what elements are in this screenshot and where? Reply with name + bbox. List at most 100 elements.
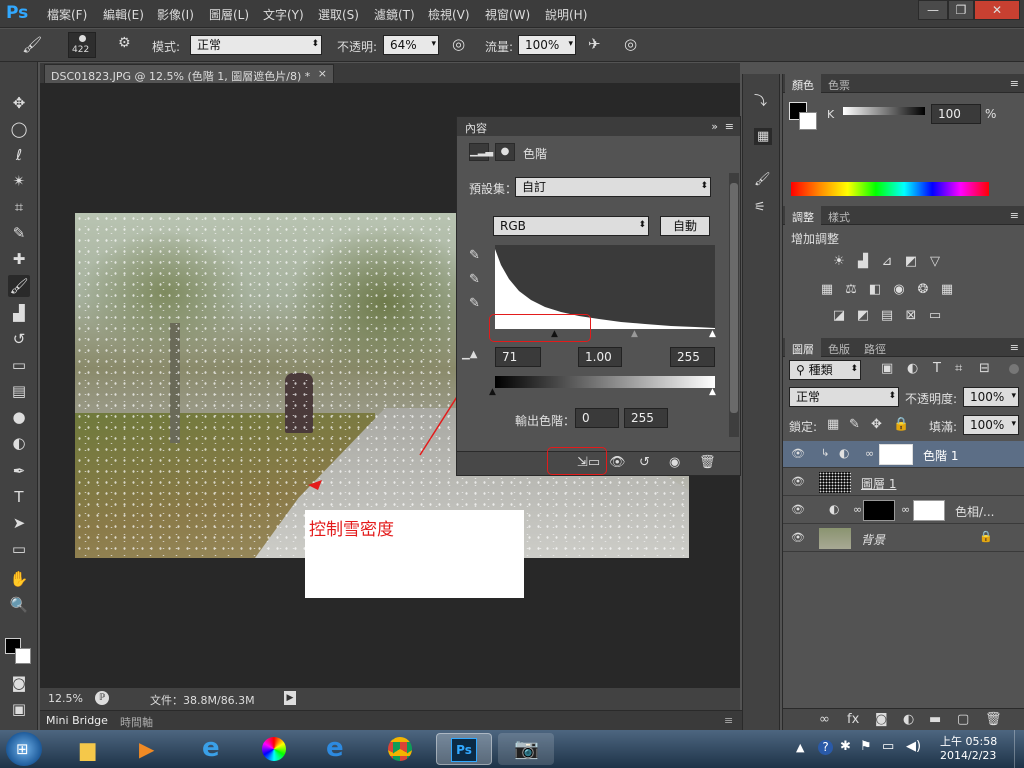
zoom-level[interactable]: 12.5% [48, 692, 83, 705]
magic-wand-tool-icon[interactable]: ✴ [8, 170, 30, 192]
layer-row-background[interactable]: 👁 背景 🔒 [783, 525, 1024, 552]
input-black-field[interactable]: 71 [495, 347, 541, 367]
tab-paths[interactable]: 路徑 [857, 338, 893, 357]
layer-thumbnail[interactable] [819, 528, 851, 549]
menu-file[interactable]: 檔案(F) [47, 6, 87, 23]
eye-icon[interactable]: 👁 [791, 531, 805, 544]
fill-input[interactable]: 100% ▾ [963, 415, 1019, 435]
panel-menu-icon[interactable]: ≡ [1010, 341, 1019, 354]
layer-name[interactable]: 色階 1 [923, 447, 958, 464]
eye-icon[interactable]: 👁 [791, 503, 805, 516]
layer-row-levels[interactable]: 👁 ↳ ◐ ∞ 色階 1 [783, 441, 1024, 468]
output-white-field[interactable]: 255 [624, 408, 668, 428]
network-tray-icon[interactable]: ▭ [882, 739, 894, 754]
color-lookup-icon[interactable]: ▦ [939, 282, 955, 298]
filter-pixel-icon[interactable]: ▣ [881, 361, 893, 376]
lock-all-icon[interactable]: 🔒 [893, 417, 909, 432]
media-taskbar-icon[interactable]: ▶ [126, 733, 170, 765]
layer-mask-thumbnail[interactable] [913, 500, 945, 521]
visibility-icon[interactable]: ◉ [669, 455, 680, 470]
scrollbar[interactable] [729, 173, 739, 437]
threshold-icon[interactable]: ▤ [879, 308, 895, 324]
panel-menu-icon[interactable]: ≡ [725, 120, 734, 133]
stamp-tool-icon[interactable]: ▟ [8, 302, 30, 324]
tab-channels[interactable]: 色版 [821, 338, 857, 357]
photo-filter-icon[interactable]: ◉ [891, 282, 907, 298]
vibrance-icon[interactable]: ▽ [927, 254, 943, 270]
output-black-slider[interactable]: ▲ [489, 387, 496, 397]
layer-opacity-input[interactable]: 100% ▾ [963, 387, 1019, 407]
mode-select[interactable]: 正常 ⬍ [190, 35, 322, 55]
restore-button[interactable]: ❐ [948, 0, 974, 20]
channel-mixer-icon[interactable]: ❂ [915, 282, 931, 298]
new-layer-icon[interactable]: ▢ [957, 712, 969, 727]
background-color-swatch[interactable] [15, 648, 31, 664]
photoshop-taskbar-icon[interactable]: Ps [436, 733, 492, 765]
color-balance-icon[interactable]: ⚖ [843, 282, 859, 298]
brightness-icon[interactable]: ☀ [831, 254, 847, 270]
menu-select[interactable]: 選取(S) [318, 6, 359, 23]
layer-mask-thumbnail[interactable] [879, 444, 913, 465]
menu-layer[interactable]: 圖層(L) [209, 6, 249, 23]
input-white-field[interactable]: 255 [670, 347, 715, 367]
add-mask-icon[interactable]: ◙ [875, 712, 888, 727]
lock-transparent-icon[interactable]: ▦ [827, 417, 839, 432]
black-white-icon[interactable]: ◧ [867, 282, 883, 298]
levels-adjust-icon[interactable]: ▟ [855, 254, 871, 270]
menu-image[interactable]: 影像(I) [157, 6, 194, 23]
new-group-icon[interactable]: ▬ [929, 712, 941, 727]
play-icon[interactable]: ▶ [284, 691, 296, 705]
marquee-tool-icon[interactable]: ◯ [8, 118, 30, 140]
eraser-tool-icon[interactable]: ▭ [8, 354, 30, 376]
channel-select[interactable]: RGB ⬍ [493, 216, 649, 236]
collapse-icon[interactable]: » [711, 120, 718, 133]
layer-name[interactable]: 色相/... [955, 503, 995, 520]
history-brush-tool-icon[interactable]: ↺ [8, 328, 30, 350]
invert-icon[interactable]: ◪ [831, 308, 847, 324]
panel-menu-icon[interactable]: ≡ [724, 714, 733, 727]
menu-help[interactable]: 說明(H) [545, 6, 587, 23]
explorer-taskbar-icon[interactable]: ▆ [68, 733, 112, 765]
layer-name[interactable]: 背景 [861, 531, 885, 548]
filter-adjustment-icon[interactable]: ◐ [907, 361, 918, 376]
brush-tool-icon[interactable]: 🖌 [8, 275, 30, 297]
brush-panel-icon[interactable]: ⚙ [118, 35, 131, 51]
filter-shape-icon[interactable]: ⌗ [955, 361, 962, 376]
eye-icon[interactable]: 👁 [791, 447, 805, 460]
mask-icon[interactable]: ● [495, 143, 515, 161]
eye-icon[interactable]: 👁 [791, 475, 805, 488]
show-desktop-button[interactable] [1014, 730, 1024, 768]
layer-row-layer1[interactable]: 👁 圖層 1 [783, 469, 1024, 496]
camera-taskbar-icon[interactable]: 📷 [498, 733, 554, 765]
filter-smart-icon[interactable]: ⊟ [979, 361, 990, 376]
type-tool-icon[interactable]: T [8, 486, 30, 508]
panel-menu-icon[interactable]: ≡ [1010, 77, 1019, 90]
close-icon[interactable]: × [318, 67, 327, 80]
layer-filter-select[interactable]: ⚲ 種類 ⬍ [789, 360, 861, 380]
tab-mini-bridge[interactable]: Mini Bridge [46, 714, 108, 727]
dodge-tool-icon[interactable]: ◐ [8, 432, 30, 454]
hue-saturation-icon[interactable]: ▦ [819, 282, 835, 298]
tab-timeline[interactable]: 時間軸 [120, 714, 153, 730]
opacity-input[interactable]: 64% ▾ [383, 35, 439, 55]
help-tray-icon[interactable]: ? [818, 740, 833, 755]
fx-icon[interactable]: fx [847, 712, 859, 727]
gradient-tool-icon[interactable]: ▤ [8, 380, 30, 402]
status-icon[interactable]: ℙ [95, 691, 109, 705]
menu-filter[interactable]: 濾鏡(T) [374, 6, 415, 23]
lock-position-icon[interactable]: ✥ [871, 417, 882, 432]
blend-mode-select[interactable]: 正常 ⬍ [789, 387, 899, 407]
panel-menu-icon[interactable]: ≡ [1010, 209, 1019, 222]
eyedropper-tool-icon[interactable]: ✎ [8, 222, 30, 244]
brush-preset-picker[interactable]: 422 [68, 32, 96, 58]
menu-window[interactable]: 視窗(W) [485, 6, 530, 23]
browser-taskbar-icon[interactable]: e [314, 733, 358, 765]
link-layers-icon[interactable]: ∞ [819, 712, 830, 727]
airbrush-icon[interactable]: ✈ [588, 35, 601, 53]
tab-properties[interactable]: 內容 [465, 122, 487, 135]
shape-tool-icon[interactable]: ▭ [8, 538, 30, 560]
clipping-warning-icon[interactable]: ▁▲ [462, 349, 477, 360]
layer-name[interactable]: 圖層 1 [861, 475, 896, 492]
bluetooth-tray-icon[interactable]: ✱ [840, 739, 851, 754]
ie-taskbar-icon[interactable]: e [190, 733, 234, 765]
